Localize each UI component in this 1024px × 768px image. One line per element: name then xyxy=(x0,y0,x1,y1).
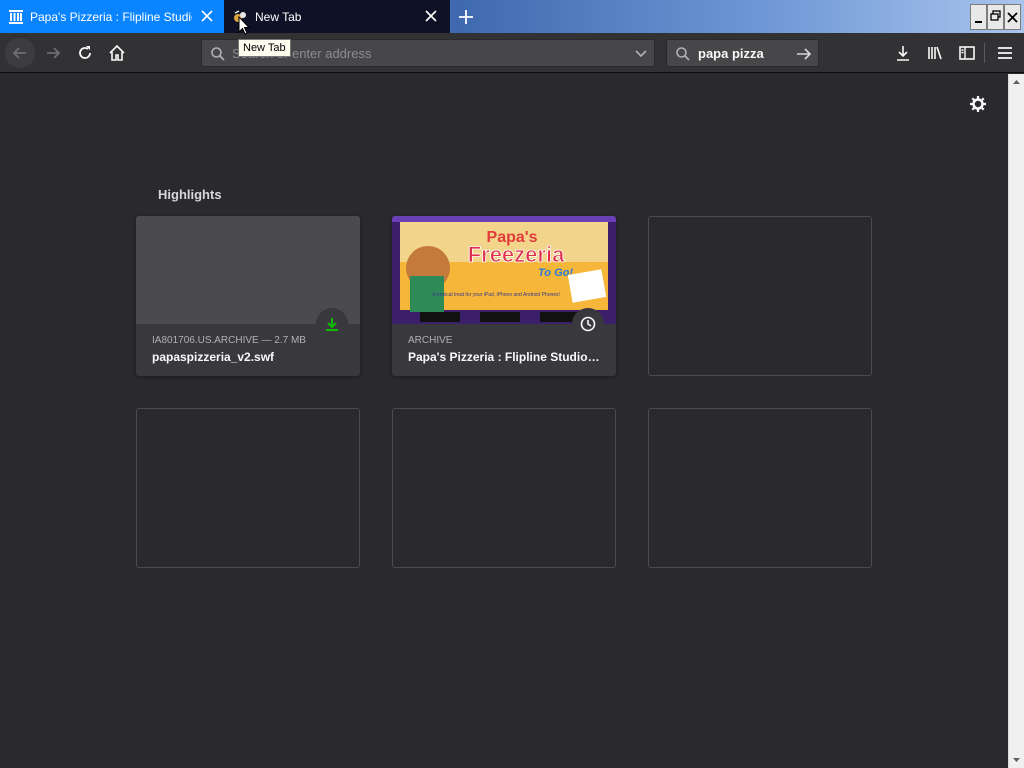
close-icon xyxy=(1007,12,1018,23)
download-badge xyxy=(316,308,348,340)
hamburger-menu-icon xyxy=(998,47,1012,59)
thumb-game-text: Freezeria xyxy=(468,242,565,267)
sidebar-button[interactable] xyxy=(952,38,982,68)
browser-window: Papa's Pizzeria : Flipline Studios : F N… xyxy=(0,0,1024,768)
library-button[interactable] xyxy=(920,38,950,68)
thumb-caption-text: A tropical treat for your iPad, iPhone a… xyxy=(432,292,560,298)
highlight-card[interactable]: Papa's Freezeria To Go! A tropical treat… xyxy=(392,216,616,376)
empty-highlight-slot xyxy=(392,408,616,568)
home-button[interactable] xyxy=(102,38,132,68)
tab-title: New Tab xyxy=(255,10,302,24)
toolbar-divider xyxy=(984,43,985,63)
back-button[interactable] xyxy=(5,38,35,68)
tab-strip: Papa's Pizzeria : Flipline Studios : F N… xyxy=(0,0,1024,33)
thumb-tag-text: To Go! xyxy=(538,267,573,279)
download-icon xyxy=(326,318,338,331)
close-tab-icon[interactable] xyxy=(200,9,214,23)
empty-highlight-slot xyxy=(648,408,872,568)
tab-new-tab[interactable]: New Tab xyxy=(224,0,450,33)
close-window-button[interactable] xyxy=(1004,4,1021,30)
forward-arrow-icon xyxy=(47,47,61,59)
clock-icon xyxy=(580,316,596,332)
tab-tooltip: New Tab xyxy=(238,39,291,57)
card-title: Papa's Pizzeria : Flipline Studios : Fre… xyxy=(408,350,604,364)
archive-museum-icon xyxy=(9,10,23,24)
sidebar-icon xyxy=(959,46,975,60)
tab-papas-pizzeria[interactable]: Papa's Pizzeria : Flipline Studios : F xyxy=(0,0,224,33)
card-title: papaspizzeria_v2.swf xyxy=(152,350,275,364)
close-tab-icon[interactable] xyxy=(424,9,438,23)
mouse-cursor-icon xyxy=(238,16,250,35)
highlight-card[interactable]: IA801706.US.ARCHIVE — 2.7 MB papaspizzer… xyxy=(136,216,360,376)
tab-title: Papa's Pizzeria : Flipline Studios : F xyxy=(30,10,192,24)
gear-icon[interactable] xyxy=(969,95,987,113)
search-icon xyxy=(211,47,225,61)
back-arrow-icon xyxy=(12,47,26,59)
download-icon xyxy=(897,46,909,61)
chevron-down-icon[interactable] xyxy=(634,47,648,61)
downloads-button[interactable] xyxy=(888,38,918,68)
forward-button[interactable] xyxy=(38,38,68,68)
card-context: ARCHIVE xyxy=(408,335,453,346)
minimize-button[interactable] xyxy=(970,4,987,30)
menu-button[interactable] xyxy=(990,38,1020,68)
vertical-scrollbar[interactable] xyxy=(1008,74,1024,768)
card-context: IA801706.US.ARCHIVE — 2.7 MB xyxy=(152,335,306,346)
minimize-icon xyxy=(975,21,982,23)
new-tab-page: Highlights IA801706.US.ARCHIVE — 2.7 MB … xyxy=(0,74,1008,768)
restore-button[interactable] xyxy=(987,4,1004,30)
reload-button[interactable] xyxy=(70,38,100,68)
home-icon xyxy=(109,44,125,61)
reload-icon xyxy=(79,46,91,59)
search-icon xyxy=(676,47,690,61)
search-query: papa pizza xyxy=(698,46,764,61)
scroll-up-arrow-icon[interactable] xyxy=(1009,74,1024,90)
restore-icon xyxy=(990,10,1001,21)
section-title: Highlights xyxy=(158,187,222,202)
arrow-right-icon[interactable] xyxy=(796,46,812,62)
history-badge xyxy=(572,308,604,340)
empty-highlight-slot xyxy=(136,408,360,568)
scroll-down-arrow-icon[interactable] xyxy=(1009,752,1024,768)
library-icon xyxy=(928,46,942,60)
nav-toolbar: Search or enter address papa pizza xyxy=(0,33,1024,73)
new-tab-plus-icon[interactable] xyxy=(456,7,476,27)
empty-highlight-slot xyxy=(648,216,872,376)
search-bar[interactable]: papa pizza xyxy=(666,39,819,67)
